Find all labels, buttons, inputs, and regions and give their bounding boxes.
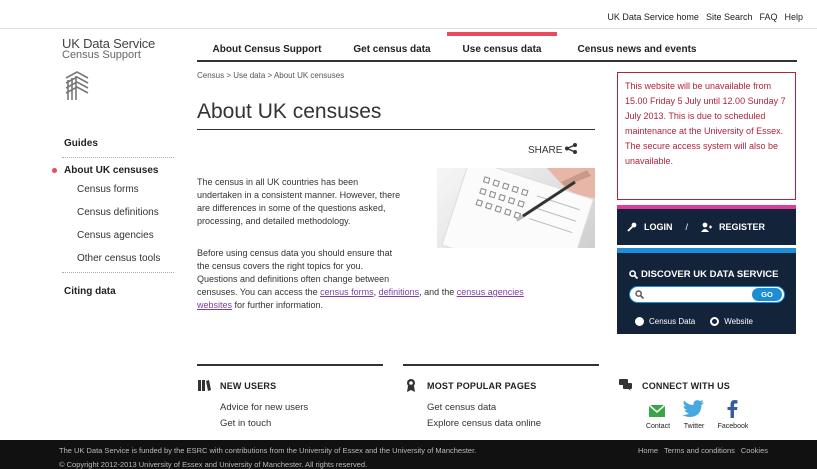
nav-use-census-data[interactable]: Use census data <box>447 32 557 60</box>
sidebar-item-census-agencies[interactable]: Census agencies <box>77 230 154 241</box>
facebook-label[interactable]: Facebook <box>712 423 754 430</box>
sidebar-item-about-uk-censuses[interactable]: About UK censuses <box>64 165 158 176</box>
share-icon <box>565 143 578 154</box>
current-page-bullet <box>52 168 57 173</box>
award-icon <box>407 379 415 392</box>
login-separator: / <box>685 222 689 232</box>
guidance-line: Before using census data you should ensu… <box>197 248 393 258</box>
search-scope-radios: Census Data Website <box>635 317 753 326</box>
facebook-icon[interactable] <box>727 400 738 418</box>
get-in-touch-link[interactable]: Get in touch <box>220 418 271 429</box>
guidance-line: websites for further information. <box>197 300 324 310</box>
search-field-icon <box>635 290 644 299</box>
column-divider <box>197 364 383 366</box>
footer-home-link[interactable]: Home <box>638 446 658 455</box>
share-button[interactable]: SHARE <box>528 143 578 156</box>
census-form-photo <box>437 168 595 248</box>
intro-paragraph: The census in all UK countries has been … <box>197 176 400 228</box>
register-user-icon <box>701 222 713 232</box>
book-icon <box>198 380 211 391</box>
chat-icon <box>619 379 632 391</box>
guidance-line: the census covers the right topics for y… <box>197 261 364 271</box>
footer-cookies-link[interactable]: Cookies <box>741 446 768 455</box>
copyright: © Copyright 2012-2013 University of Esse… <box>59 460 368 469</box>
discover-title: DISCOVER UK DATA SERVICE <box>641 269 779 280</box>
twitter-icon[interactable] <box>682 400 704 417</box>
login-bar: LOGIN / REGISTER <box>617 205 796 245</box>
guidance-paragraph: Before using census data you should ensu… <box>197 247 524 312</box>
key-icon <box>627 222 637 232</box>
breadcrumb: Census > Use data > About UK censuses <box>197 71 345 80</box>
radio-website[interactable] <box>710 317 720 326</box>
nav-get-census-data[interactable]: Get census data <box>337 32 447 60</box>
column-divider <box>403 364 599 366</box>
new-users-heading: NEW USERS <box>220 381 277 391</box>
register-link[interactable]: REGISTER <box>719 222 765 232</box>
go-button[interactable]: GO <box>752 288 782 301</box>
sidebar-divider <box>62 157 174 158</box>
intro-line: The census in all UK countries has been <box>197 177 359 187</box>
intro-line: processing, and detailed methodology. <box>197 216 351 226</box>
advice-new-users-link[interactable]: Advice for new users <box>220 402 308 413</box>
discover-panel: DISCOVER UK DATA SERVICE GO Census Data … <box>617 248 796 334</box>
contact-label[interactable]: Contact <box>640 423 676 430</box>
census-agencies-link[interactable]: census agencies <box>457 287 524 297</box>
census-forms-link[interactable]: census forms <box>320 287 374 297</box>
intro-line: undertaken in a consistent manner. Howev… <box>197 190 401 200</box>
census-logo-icon[interactable] <box>64 70 90 102</box>
sidebar-item-census-definitions[interactable]: Census definitions <box>77 207 159 218</box>
uk-data-service-home-link[interactable]: UK Data Service home <box>607 12 699 22</box>
sidebar-item-census-forms[interactable]: Census forms <box>77 184 139 195</box>
sidebar-divider <box>62 272 174 273</box>
definitions-link[interactable]: definitions <box>379 287 420 297</box>
intro-line: are differences in some of the questions… <box>197 203 386 213</box>
nav-about-census-support[interactable]: About Census Support <box>197 32 337 60</box>
funding-statement: The UK Data Service is funded by the ESR… <box>59 446 477 455</box>
discover-search-input[interactable]: GO <box>629 286 785 303</box>
page-title: About UK censuses <box>197 100 382 123</box>
main-nav: About Census Support Get census data Use… <box>197 32 797 62</box>
sidebar-item-citing-data[interactable]: Citing data <box>64 286 116 297</box>
census-agencies-websites-link[interactable]: websites <box>197 300 232 310</box>
share-label: SHARE <box>528 145 563 156</box>
radio-census-data-label: Census Data <box>649 317 696 326</box>
site-footer: The UK Data Service is funded by the ESR… <box>0 440 817 469</box>
logo-subtitle[interactable]: Census Support <box>62 49 141 61</box>
maintenance-alert: This website will be unavailable from 15… <box>617 72 796 200</box>
utility-links: UK Data Service home Site Search FAQ Hel… <box>607 12 803 22</box>
site-search-link[interactable]: Site Search <box>706 12 753 22</box>
footer-links: Home Terms and conditions Cookies <box>638 446 768 455</box>
explore-census-data-link[interactable]: Explore census data online <box>427 418 541 429</box>
footer-terms-link[interactable]: Terms and conditions <box>664 446 735 455</box>
radio-census-data[interactable] <box>635 317 644 326</box>
popular-pages-heading: MOST POPULAR PAGES <box>427 381 537 391</box>
sidebar-guides-heading[interactable]: Guides <box>64 138 98 149</box>
get-census-data-link[interactable]: Get census data <box>427 402 496 413</box>
email-icon[interactable] <box>649 405 665 417</box>
guidance-line: Questions and definitions often change b… <box>197 274 390 284</box>
help-link[interactable]: Help <box>784 12 803 22</box>
sidebar-item-other-census-tools[interactable]: Other census tools <box>77 253 160 264</box>
title-underline <box>197 129 595 130</box>
radio-website-label: Website <box>724 317 754 326</box>
nav-census-news-events[interactable]: Census news and events <box>557 32 717 60</box>
connect-heading: CONNECT WITH US <box>642 381 730 391</box>
login-link[interactable]: LOGIN <box>644 222 673 232</box>
search-icon <box>629 270 638 279</box>
guidance-line: censuses. You can access the census form… <box>197 287 524 297</box>
faq-link[interactable]: FAQ <box>759 12 777 22</box>
header-divider <box>0 28 817 29</box>
twitter-label[interactable]: Twitter <box>676 423 712 430</box>
